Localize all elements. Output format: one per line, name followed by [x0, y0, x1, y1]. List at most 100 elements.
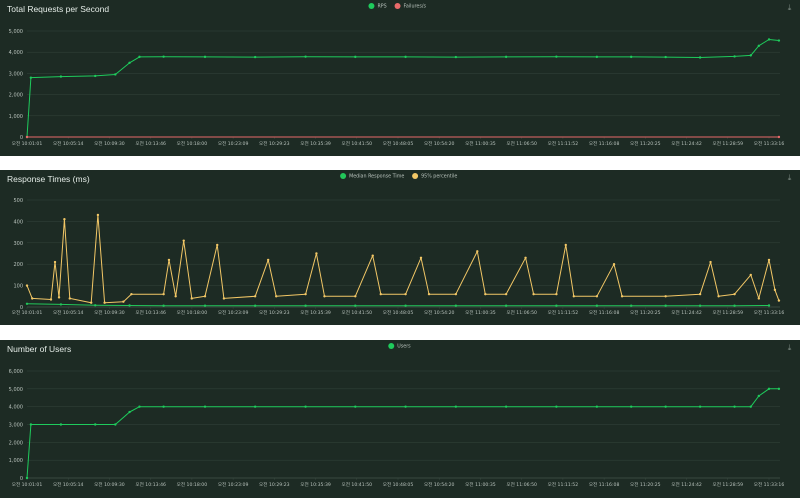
- data-point[interactable]: [315, 252, 318, 255]
- data-point[interactable]: [94, 423, 97, 426]
- data-point[interactable]: [524, 256, 527, 259]
- data-point[interactable]: [128, 304, 131, 307]
- data-point[interactable]: [767, 387, 771, 391]
- legend-marker[interactable]: [388, 343, 395, 349]
- data-point[interactable]: [379, 292, 382, 296]
- data-point[interactable]: [25, 302, 29, 305]
- legend-marker[interactable]: [368, 3, 375, 9]
- data-point[interactable]: [59, 303, 63, 306]
- data-point[interactable]: [114, 73, 117, 76]
- data-point[interactable]: [664, 295, 667, 298]
- data-point[interactable]: [304, 292, 307, 296]
- data-point[interactable]: [757, 297, 761, 300]
- data-point[interactable]: [504, 55, 508, 59]
- data-point[interactable]: [25, 135, 29, 139]
- data-point[interactable]: [595, 304, 599, 307]
- data-point[interactable]: [620, 295, 624, 298]
- data-point[interactable]: [504, 405, 508, 408]
- data-point[interactable]: [182, 239, 185, 242]
- data-point[interactable]: [767, 38, 771, 41]
- data-point[interactable]: [504, 304, 508, 307]
- data-point[interactable]: [94, 304, 97, 307]
- data-point[interactable]: [698, 56, 702, 59]
- data-point[interactable]: [555, 292, 558, 296]
- data-point[interactable]: [629, 55, 633, 59]
- data-point[interactable]: [162, 304, 165, 307]
- data-point[interactable]: [629, 405, 633, 408]
- data-point[interactable]: [354, 405, 357, 408]
- data-point[interactable]: [733, 405, 736, 408]
- data-point[interactable]: [767, 304, 771, 307]
- data-point[interactable]: [25, 284, 29, 287]
- data-point[interactable]: [59, 423, 63, 426]
- data-point[interactable]: [555, 405, 558, 408]
- data-point[interactable]: [138, 405, 141, 408]
- data-point[interactable]: [49, 298, 53, 301]
- data-point[interactable]: [749, 273, 752, 277]
- data-point[interactable]: [114, 423, 117, 426]
- data-point[interactable]: [53, 260, 57, 264]
- data-point[interactable]: [354, 55, 357, 59]
- data-point[interactable]: [94, 74, 97, 78]
- legend-label[interactable]: 95% percentile: [421, 174, 457, 180]
- data-point[interactable]: [122, 300, 125, 303]
- data-point[interactable]: [757, 44, 761, 48]
- data-point[interactable]: [174, 295, 177, 298]
- data-point[interactable]: [29, 76, 33, 79]
- data-point[interactable]: [162, 292, 165, 296]
- data-point[interactable]: [757, 394, 761, 398]
- data-point[interactable]: [304, 55, 307, 58]
- data-point[interactable]: [767, 258, 771, 262]
- data-point[interactable]: [733, 55, 736, 58]
- data-point[interactable]: [709, 260, 712, 264]
- legend-marker[interactable]: [340, 173, 347, 179]
- data-point[interactable]: [427, 292, 431, 296]
- data-point[interactable]: [532, 292, 535, 296]
- data-point[interactable]: [57, 296, 61, 299]
- data-point[interactable]: [629, 304, 633, 307]
- data-point[interactable]: [555, 304, 558, 307]
- data-point[interactable]: [404, 292, 407, 296]
- data-point[interactable]: [90, 301, 93, 304]
- data-point[interactable]: [454, 304, 458, 307]
- data-point[interactable]: [275, 295, 278, 298]
- data-point[interactable]: [749, 54, 752, 57]
- data-point[interactable]: [484, 292, 487, 296]
- data-point[interactable]: [253, 405, 257, 408]
- data-point[interactable]: [555, 55, 558, 58]
- data-point[interactable]: [476, 250, 479, 253]
- data-point[interactable]: [733, 292, 736, 296]
- legend-label[interactable]: Median Response Time: [349, 174, 404, 180]
- data-point[interactable]: [25, 476, 29, 480]
- data-point[interactable]: [454, 405, 458, 408]
- data-point[interactable]: [253, 304, 257, 307]
- data-point[interactable]: [404, 55, 407, 59]
- data-point[interactable]: [612, 263, 616, 266]
- data-point[interactable]: [216, 243, 219, 247]
- data-point[interactable]: [595, 55, 599, 59]
- data-point[interactable]: [698, 292, 702, 296]
- data-point[interactable]: [664, 55, 667, 59]
- legend-label[interactable]: RPS: [377, 4, 386, 10]
- data-point[interactable]: [203, 304, 207, 307]
- data-point[interactable]: [203, 55, 207, 59]
- data-point[interactable]: [96, 213, 100, 217]
- data-point[interactable]: [222, 297, 226, 300]
- data-point[interactable]: [128, 61, 131, 64]
- data-point[interactable]: [777, 299, 781, 302]
- data-point[interactable]: [162, 405, 165, 408]
- data-point[interactable]: [253, 55, 257, 59]
- legend-marker[interactable]: [412, 173, 419, 179]
- data-point[interactable]: [304, 405, 307, 408]
- data-point[interactable]: [203, 405, 207, 408]
- data-point[interactable]: [167, 258, 171, 262]
- data-point[interactable]: [504, 292, 508, 296]
- legend-marker[interactable]: [394, 3, 401, 9]
- legend-label[interactable]: Failures/s: [404, 4, 427, 10]
- data-point[interactable]: [664, 405, 667, 408]
- data-point[interactable]: [404, 304, 407, 307]
- data-point[interactable]: [103, 301, 106, 304]
- data-point[interactable]: [595, 405, 599, 408]
- data-point[interactable]: [68, 297, 71, 300]
- data-point[interactable]: [698, 304, 702, 307]
